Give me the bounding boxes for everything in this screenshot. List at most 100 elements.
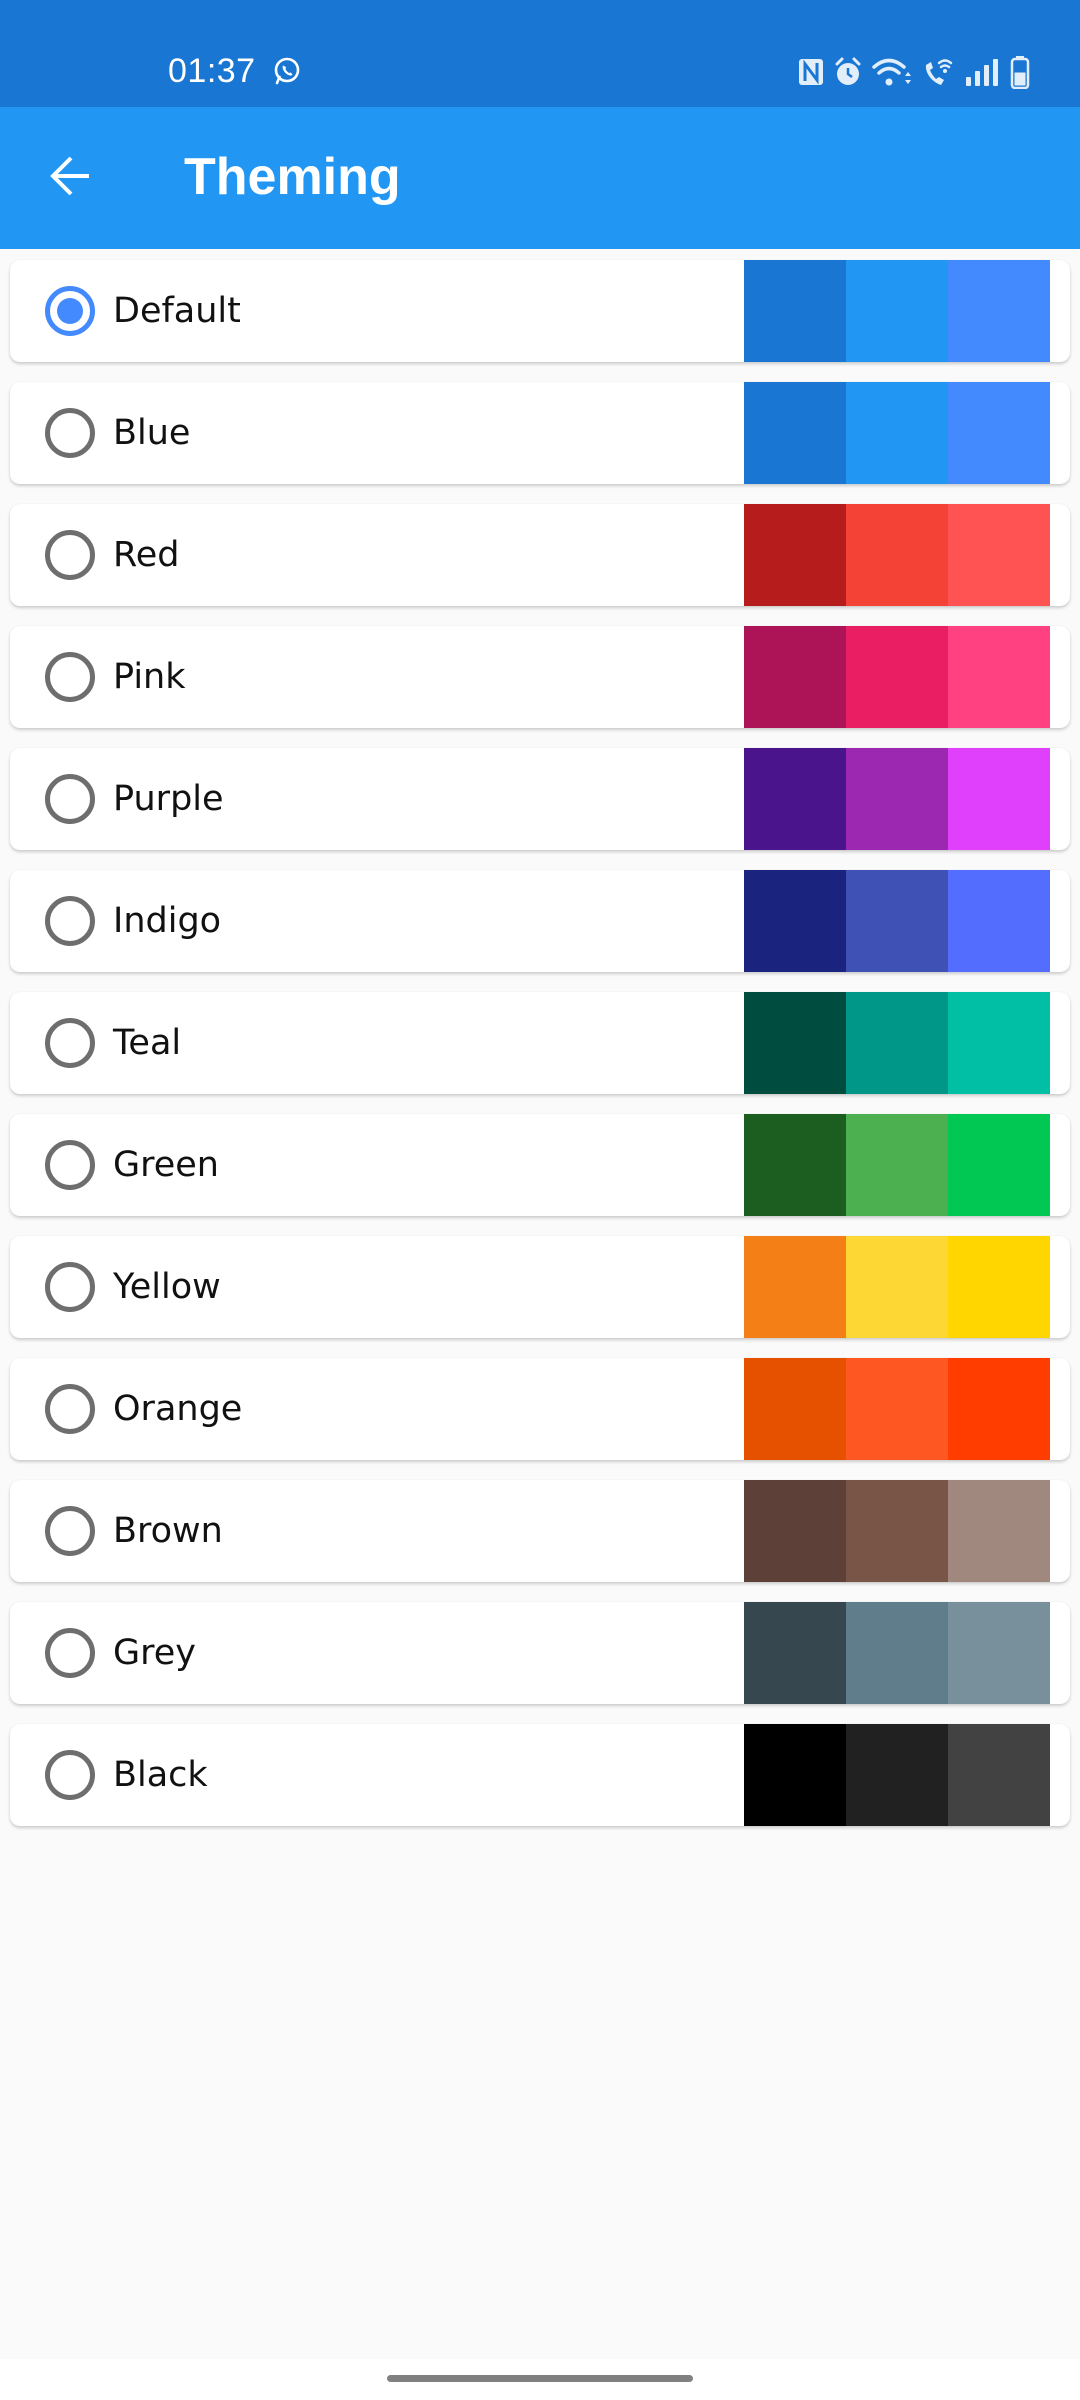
swatch-accent — [948, 1114, 1050, 1216]
swatch-accent — [948, 992, 1050, 1094]
radio-button[interactable] — [45, 774, 95, 824]
theme-label: Pink — [113, 657, 186, 697]
swatch-accent — [948, 1724, 1050, 1826]
radio-button[interactable] — [45, 1140, 95, 1190]
swatch-dark — [744, 626, 846, 728]
radio-button[interactable] — [45, 1384, 95, 1434]
swatch-accent — [948, 748, 1050, 850]
system-status-icons — [798, 54, 1030, 90]
radio-button[interactable] — [45, 896, 95, 946]
swatch-accent — [948, 1358, 1050, 1460]
swatch-accent — [948, 382, 1050, 484]
color-swatches — [744, 1480, 1050, 1582]
color-swatches — [744, 870, 1050, 972]
theme-option-green[interactable]: Green — [10, 1114, 1070, 1216]
theme-option-yellow[interactable]: Yellow — [10, 1236, 1070, 1338]
radio-button[interactable] — [45, 1628, 95, 1678]
status-bar: 01:37 — [0, 0, 1080, 107]
theme-option-black[interactable]: Black — [10, 1724, 1070, 1826]
radio-button[interactable] — [45, 408, 95, 458]
swatch-primary — [846, 504, 948, 606]
swatch-dark — [744, 1358, 846, 1460]
theme-option-purple[interactable]: Purple — [10, 748, 1070, 850]
radio-button[interactable] — [45, 1506, 95, 1556]
theme-option-brown[interactable]: Brown — [10, 1480, 1070, 1582]
color-swatches — [744, 504, 1050, 606]
swatch-dark — [744, 1602, 846, 1704]
gesture-handle[interactable] — [387, 2375, 693, 2382]
swatch-primary — [846, 1236, 948, 1338]
theme-option-default[interactable]: Default — [10, 260, 1070, 362]
color-swatches — [744, 992, 1050, 1094]
theme-label: Indigo — [113, 901, 222, 941]
theme-option-blue[interactable]: Blue — [10, 382, 1070, 484]
swatch-primary — [846, 382, 948, 484]
theme-option-teal[interactable]: Teal — [10, 992, 1070, 1094]
radio-button[interactable] — [45, 1018, 95, 1068]
theme-label: Teal — [113, 1023, 182, 1063]
swatch-primary — [846, 748, 948, 850]
theme-option-grey[interactable]: Grey — [10, 1602, 1070, 1704]
theme-option-pink[interactable]: Pink — [10, 626, 1070, 728]
swatch-primary — [846, 626, 948, 728]
color-swatches — [744, 626, 1050, 728]
color-swatches — [744, 1114, 1050, 1216]
theme-label: Red — [113, 535, 180, 575]
swatch-dark — [744, 382, 846, 484]
swatch-primary — [846, 1114, 948, 1216]
swatch-dark — [744, 1114, 846, 1216]
theme-option-red[interactable]: Red — [10, 504, 1070, 606]
theme-label: Brown — [113, 1511, 223, 1551]
swatch-accent — [948, 504, 1050, 606]
swatch-dark — [744, 1724, 846, 1826]
swatch-accent — [948, 260, 1050, 362]
color-swatches — [744, 1724, 1050, 1826]
swatch-dark — [744, 1480, 846, 1582]
radio-button[interactable] — [45, 1262, 95, 1312]
swatch-primary — [846, 260, 948, 362]
swatch-dark — [744, 260, 846, 362]
radio-button[interactable] — [45, 530, 95, 580]
theme-label: Orange — [113, 1389, 243, 1429]
theme-label: Default — [113, 291, 241, 331]
swatch-accent — [948, 1480, 1050, 1582]
color-swatches — [744, 1358, 1050, 1460]
battery-icon — [1010, 55, 1030, 89]
back-button[interactable] — [36, 143, 106, 213]
theme-label: Green — [113, 1145, 219, 1185]
color-swatches — [744, 382, 1050, 484]
swatch-accent — [948, 626, 1050, 728]
theme-option-indigo[interactable]: Indigo — [10, 870, 1070, 972]
theme-option-orange[interactable]: Orange — [10, 1358, 1070, 1460]
swatch-primary — [846, 1358, 948, 1460]
swatch-accent — [948, 870, 1050, 972]
swatch-primary — [846, 1724, 948, 1826]
theme-label: Blue — [113, 413, 191, 453]
swatch-accent — [948, 1236, 1050, 1338]
color-swatches — [744, 1602, 1050, 1704]
theme-label: Yellow — [113, 1267, 221, 1307]
theme-label: Purple — [113, 779, 224, 819]
app-bar: Theming — [0, 107, 1080, 249]
swatch-primary — [846, 1602, 948, 1704]
nfc-icon — [798, 55, 824, 89]
swatch-dark — [744, 870, 846, 972]
swatch-dark — [744, 992, 846, 1094]
page-title: Theming — [184, 148, 401, 206]
swatch-dark — [744, 1236, 846, 1338]
color-swatches — [744, 260, 1050, 362]
arrow-back-icon — [49, 154, 93, 202]
whatsapp-icon — [272, 56, 302, 86]
theme-label: Black — [113, 1755, 208, 1795]
radio-button[interactable] — [45, 652, 95, 702]
swatch-accent — [948, 1602, 1050, 1704]
swatch-dark — [744, 504, 846, 606]
wifi-calling-icon — [922, 55, 954, 89]
swatch-dark — [744, 748, 846, 850]
color-swatches — [744, 1236, 1050, 1338]
navigation-bar — [0, 2359, 1080, 2400]
radio-button[interactable] — [45, 1750, 95, 1800]
color-swatches — [744, 748, 1050, 850]
radio-button-checked[interactable] — [45, 286, 95, 336]
theme-list: Default Blue Red Pink Purple Indigo Teal… — [10, 260, 1070, 1846]
